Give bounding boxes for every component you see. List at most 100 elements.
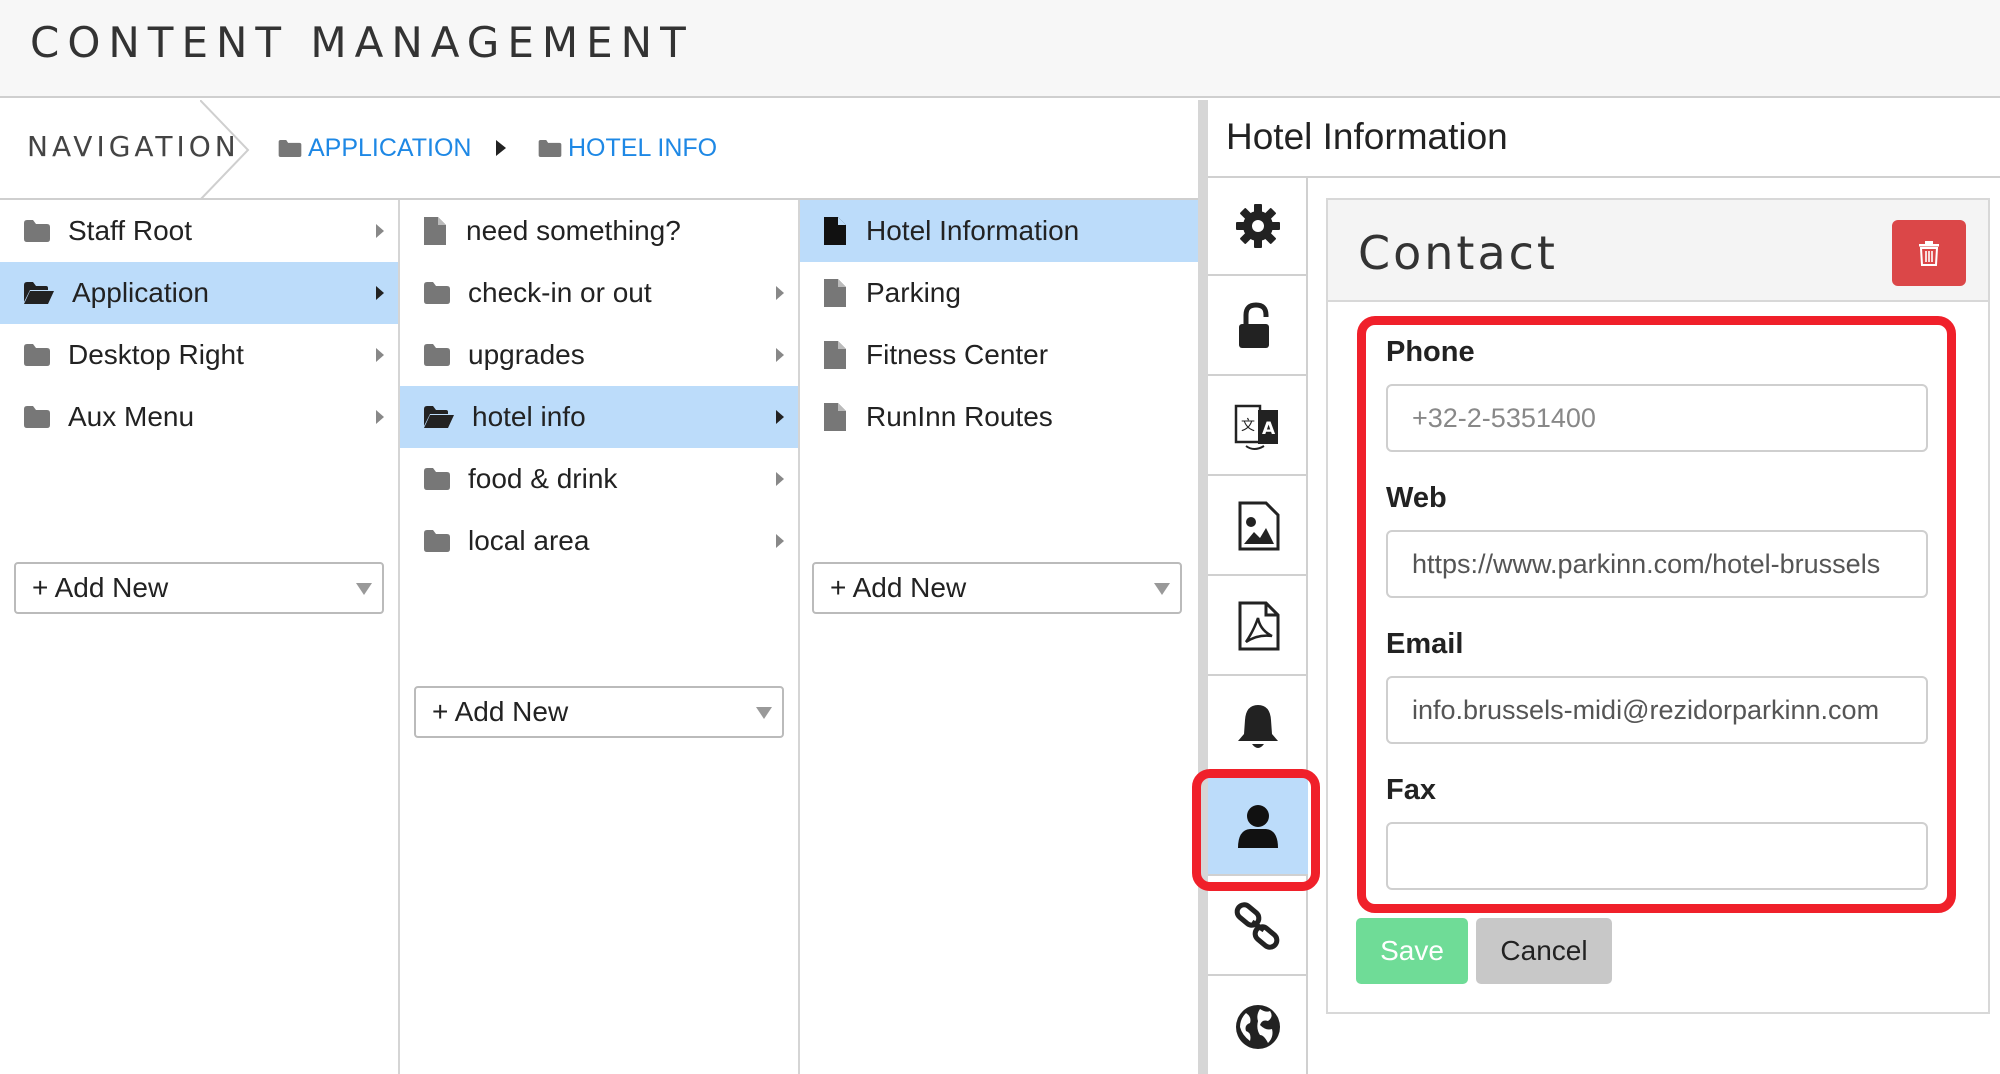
- tree-item-aux-menu[interactable]: Aux Menu: [0, 386, 398, 448]
- folder-icon: [424, 530, 450, 552]
- tab-translations[interactable]: 文 A: [1208, 378, 1308, 476]
- caret-right-icon: [776, 286, 784, 300]
- contact-tab-highlight-box: [1192, 769, 1320, 891]
- panel-divider: [1208, 176, 2000, 178]
- dropdown-caret-icon: [1154, 583, 1170, 595]
- save-button[interactable]: Save: [1356, 918, 1468, 984]
- breadcrumb-chevron-icon: [200, 100, 250, 200]
- tab-settings[interactable]: [1208, 178, 1308, 276]
- link-icon: [1234, 902, 1280, 950]
- folder-icon: [24, 344, 50, 366]
- fields-highlight-box: [1357, 316, 1956, 913]
- caret-right-icon: [776, 534, 784, 548]
- folder-icon: [424, 468, 450, 490]
- pane-splitter[interactable]: [1198, 100, 1208, 1074]
- caret-right-icon: [776, 410, 784, 424]
- document-icon: [824, 279, 846, 307]
- tab-links[interactable]: [1208, 878, 1308, 976]
- app-header: CONTENT MANAGEMENT: [0, 0, 2000, 98]
- tree-item-runinn-routes[interactable]: RunInn Routes: [800, 386, 1198, 448]
- tab-notifications[interactable]: [1208, 678, 1308, 776]
- tab-pdf[interactable]: [1208, 578, 1308, 676]
- tree-item-need-something[interactable]: need something?: [400, 200, 798, 262]
- breadcrumb-item-hotel-info[interactable]: HOTEL INFO: [538, 134, 717, 163]
- breadcrumb-item-label: HOTEL INFO: [568, 134, 718, 162]
- tree-item-local-area[interactable]: local area: [400, 510, 798, 572]
- svg-text:文: 文: [1241, 418, 1255, 434]
- tab-location[interactable]: [1208, 978, 1308, 1074]
- tree-item-label: Fitness Center: [866, 339, 1049, 370]
- document-icon: [824, 341, 846, 369]
- tree-column-2: need something? check-in or out upgrades…: [400, 200, 800, 1074]
- contact-card-title: Contact: [1358, 226, 1558, 280]
- tree-column-1: Staff Root Application Desktop Right Aux…: [0, 200, 400, 1074]
- svg-text:A: A: [1262, 419, 1276, 439]
- add-new-dropdown[interactable]: + Add New: [812, 562, 1182, 614]
- panel-title: Hotel Information: [1226, 116, 1508, 157]
- caret-right-icon: [376, 286, 384, 300]
- add-new-dropdown[interactable]: + Add New: [14, 562, 384, 614]
- folder-icon: [24, 220, 50, 242]
- tree-item-label: upgrades: [468, 339, 585, 370]
- globe-icon: [1236, 1005, 1280, 1049]
- pdf-icon: [1238, 601, 1280, 651]
- delete-button[interactable]: [1892, 220, 1966, 286]
- folder-icon: [278, 140, 302, 157]
- add-new-label: + Add New: [830, 572, 967, 603]
- tree-item-label: need something?: [466, 215, 681, 246]
- document-icon: [424, 217, 446, 245]
- tree-item-food-drink[interactable]: food & drink: [400, 448, 798, 510]
- unlock-icon: [1239, 302, 1269, 348]
- folder-icon: [424, 344, 450, 366]
- add-new-dropdown[interactable]: + Add New: [414, 686, 784, 738]
- caret-right-icon: [776, 348, 784, 362]
- tree-item-check-in-or-out[interactable]: check-in or out: [400, 262, 798, 324]
- tree-item-label: Application: [72, 277, 209, 308]
- tree-item-fitness-center[interactable]: Fitness Center: [800, 324, 1198, 386]
- tree-item-label: check-in or out: [468, 277, 652, 308]
- caret-right-icon: [776, 472, 784, 486]
- tree-item-label: local area: [468, 525, 590, 556]
- trash-icon: [1919, 241, 1939, 266]
- tab-permissions[interactable]: [1208, 278, 1308, 376]
- tree-item-label: food & drink: [468, 463, 618, 494]
- tree-item-hotel-information[interactable]: Hotel Information: [800, 200, 1198, 262]
- folder-icon: [538, 140, 562, 157]
- tree-item-label: Desktop Right: [68, 339, 244, 370]
- caret-right-icon: [376, 410, 384, 424]
- dropdown-caret-icon: [756, 707, 772, 719]
- tab-images[interactable]: [1208, 478, 1308, 576]
- app-title: CONTENT MANAGEMENT: [30, 18, 694, 67]
- gear-icon: [1236, 204, 1280, 248]
- breadcrumb: NAVIGATION APPLICATION HOTEL INFO: [0, 100, 1198, 200]
- tree-item-label: hotel info: [472, 401, 586, 432]
- folder-icon: [24, 406, 50, 428]
- image-icon: [1238, 501, 1280, 551]
- breadcrumb-separator-icon: [496, 140, 506, 156]
- bell-icon: [1238, 705, 1278, 748]
- document-icon: [824, 217, 846, 245]
- caret-right-icon: [376, 224, 384, 238]
- translate-icon: 文 A: [1234, 404, 1278, 450]
- breadcrumb-item-label: APPLICATION: [308, 134, 472, 162]
- breadcrumb-item-application[interactable]: APPLICATION: [278, 134, 471, 163]
- folder-open-icon: [24, 282, 54, 304]
- tree-item-label: Parking: [866, 277, 961, 308]
- tree-item-desktop-right[interactable]: Desktop Right: [0, 324, 398, 386]
- caret-right-icon: [376, 348, 384, 362]
- dropdown-caret-icon: [356, 583, 372, 595]
- document-icon: [824, 403, 846, 431]
- navigation-pane: NAVIGATION APPLICATION HOTEL INFO Staff …: [0, 100, 1198, 1074]
- contact-card-header: Contact: [1328, 200, 1988, 302]
- tree-item-hotel-info[interactable]: hotel info: [400, 386, 798, 448]
- tree-item-staff-root[interactable]: Staff Root: [0, 200, 398, 262]
- add-new-label: + Add New: [32, 572, 169, 603]
- tree-item-label: Hotel Information: [866, 215, 1080, 246]
- add-new-label: + Add New: [432, 696, 569, 727]
- folder-icon: [424, 282, 450, 304]
- cancel-button[interactable]: Cancel: [1476, 918, 1612, 984]
- tree-item-label: RunInn Routes: [866, 401, 1053, 432]
- tree-item-upgrades[interactable]: upgrades: [400, 324, 798, 386]
- tree-item-parking[interactable]: Parking: [800, 262, 1198, 324]
- tree-item-application[interactable]: Application: [0, 262, 398, 324]
